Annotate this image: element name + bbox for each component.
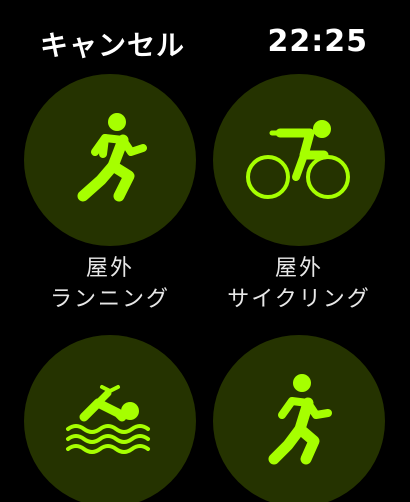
clock-time: 22:25 <box>267 24 368 59</box>
workout-label-outdoor-cycle: 屋外 サイクリング <box>204 253 394 315</box>
cancel-button[interactable]: キャンセル <box>40 24 185 64</box>
cycling-icon <box>246 120 350 199</box>
walking-icon <box>268 374 332 465</box>
workout-label-line2: ランニング <box>49 287 170 312</box>
workout-label-line1: 屋外 <box>274 256 323 281</box>
workout-label-line1: 屋外 <box>85 256 134 281</box>
workout-label-line2: サイクリング <box>227 287 371 312</box>
workout-app-screen: キャンセル 22:25 屋外 ランニング 屋外 サイクリング <box>0 0 410 502</box>
workout-label-outdoor-run: 屋外 ランニング <box>15 253 205 315</box>
workout-tile-swim[interactable] <box>24 335 196 502</box>
running-icon <box>77 113 147 202</box>
workout-tile-outdoor-cycle[interactable] <box>213 74 385 246</box>
workout-tile-walk[interactable] <box>213 335 385 502</box>
swimming-icon <box>66 385 150 454</box>
workout-tile-outdoor-run[interactable] <box>24 74 196 246</box>
